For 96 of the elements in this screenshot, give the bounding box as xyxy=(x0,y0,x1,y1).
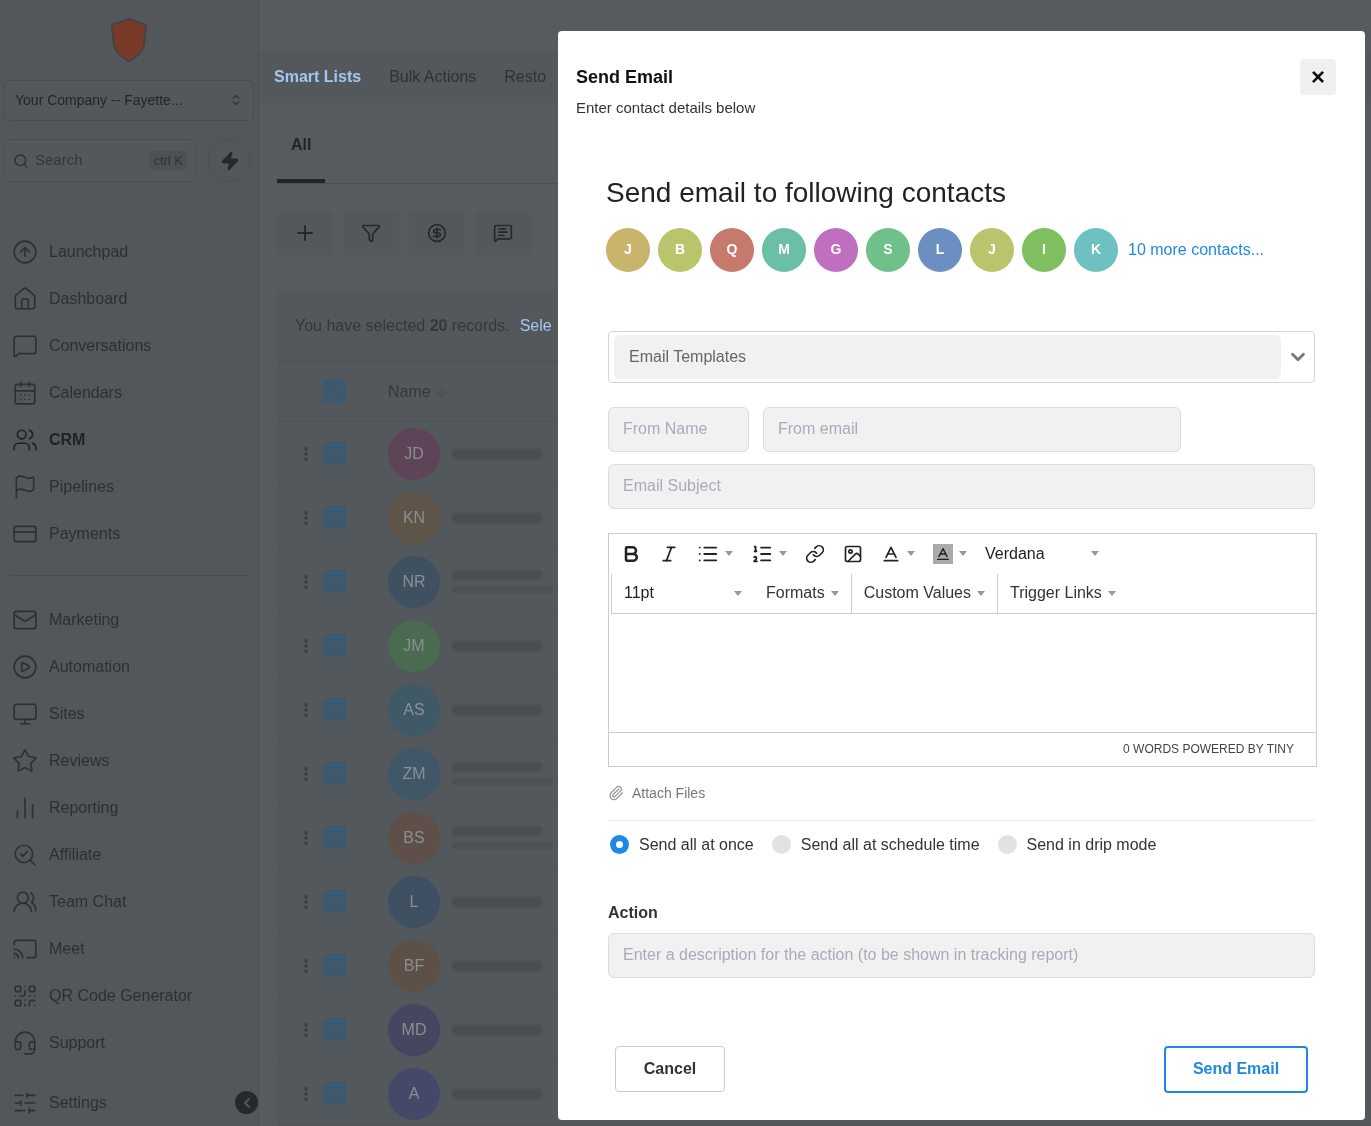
contact-avatar: MD xyxy=(388,1003,440,1056)
radio-button[interactable] xyxy=(610,835,629,854)
template-select[interactable]: Email Templates xyxy=(608,330,1315,383)
star-icon xyxy=(12,747,38,774)
contact-avatar: AS xyxy=(388,683,440,736)
contact-avatar: J xyxy=(606,227,650,272)
contact-avatar: S xyxy=(866,227,910,272)
contact-avatar: KN xyxy=(388,491,440,544)
from-name-field[interactable]: From Name xyxy=(608,406,749,452)
select-all-link[interactable]: Sele xyxy=(519,313,552,338)
highlight-color-button[interactable] xyxy=(933,543,953,564)
more-contacts-link[interactable]: 10 more contacts... xyxy=(1128,237,1265,262)
contact-avatar: BS xyxy=(388,811,440,864)
contact-avatar: M xyxy=(762,227,806,272)
row-checkbox[interactable] xyxy=(323,762,346,785)
caret-icon xyxy=(734,590,742,596)
row-checkbox[interactable] xyxy=(323,634,346,657)
editor-menu[interactable]: Trigger Links xyxy=(998,573,1128,613)
contact-avatar: NR xyxy=(388,555,440,608)
filter-icon xyxy=(361,223,381,243)
editor-status: 0 WORDS POWERED BY TINY xyxy=(1123,741,1294,758)
send-email-button[interactable]: Send Email xyxy=(1164,1045,1308,1093)
attach-files-link[interactable]: Attach Files xyxy=(632,782,706,804)
contact-avatar: A xyxy=(388,1067,440,1120)
send-mode-option[interactable]: Send in drip mode xyxy=(997,832,1157,857)
from-email-field[interactable]: From email xyxy=(763,406,1181,452)
dialog-subtitle: Enter contact details below xyxy=(576,98,756,118)
editor-menu[interactable]: Custom Values xyxy=(851,573,998,613)
caret-icon xyxy=(779,551,787,556)
contact-avatar: K xyxy=(1074,227,1118,272)
chat-bubble-icon xyxy=(12,332,38,359)
monitor-icon xyxy=(12,700,38,727)
editor-menu[interactable]: Formats xyxy=(754,573,852,613)
close-button[interactable]: × xyxy=(1300,59,1336,95)
row-checkbox[interactable] xyxy=(323,890,346,913)
contact-avatar: L xyxy=(918,227,962,272)
send-mode-option[interactable]: Send all at once xyxy=(610,832,754,857)
subject-field[interactable]: Email Subject xyxy=(608,463,1315,509)
contact-avatar: I xyxy=(1022,227,1066,272)
contact-avatar: B xyxy=(658,227,702,272)
row-checkbox[interactable] xyxy=(323,1082,346,1105)
letter-a-icon xyxy=(935,545,951,562)
shield-logo-icon xyxy=(110,18,148,62)
font-size-select[interactable]: 11pt xyxy=(612,573,754,613)
upload-circle-icon xyxy=(12,238,38,265)
action-field[interactable]: Enter a description for the action (to be shown in tracking report) xyxy=(608,932,1315,978)
row-checkbox[interactable] xyxy=(323,698,346,721)
headset-icon xyxy=(12,1029,38,1056)
search-icon xyxy=(13,152,29,169)
message-icon xyxy=(493,223,513,243)
caret-icon xyxy=(959,551,967,556)
qr-code-icon xyxy=(12,982,38,1009)
contacts-heading: Send email to following contacts xyxy=(606,175,1007,210)
caret-icon xyxy=(1090,551,1099,556)
row-checkbox[interactable] xyxy=(323,954,346,977)
top-tab[interactable]: Smart Lists xyxy=(274,65,362,90)
link-icon[interactable] xyxy=(805,543,825,564)
caret-icon xyxy=(977,590,985,596)
people-icon xyxy=(12,426,38,453)
italic-icon[interactable] xyxy=(659,543,679,564)
header-checkbox[interactable] xyxy=(323,380,346,403)
lightning-icon xyxy=(219,150,240,171)
paperclip-icon[interactable] xyxy=(608,785,624,801)
caret-icon xyxy=(907,551,915,556)
row-checkbox[interactable] xyxy=(323,826,346,849)
image-icon[interactable] xyxy=(843,543,863,564)
dialog-title: Send Email xyxy=(576,66,675,89)
list-tab[interactable]: All xyxy=(277,129,326,183)
contact-avatar: BF xyxy=(388,939,440,992)
row-checkbox[interactable] xyxy=(323,506,346,529)
cancel-button[interactable]: Cancel xyxy=(615,1045,725,1092)
contact-avatar: ZM xyxy=(388,747,440,800)
font-select[interactable]: Verdana xyxy=(985,541,1099,566)
contact-avatar: JM xyxy=(388,619,440,672)
home-icon xyxy=(12,285,38,312)
caret-icon xyxy=(830,590,839,596)
row-checkbox[interactable] xyxy=(323,1018,346,1041)
contact-avatar: G xyxy=(814,227,858,272)
caret-icon xyxy=(1107,590,1116,596)
calendar-icon xyxy=(12,379,38,406)
coin-icon xyxy=(427,223,447,243)
contact-avatar: L xyxy=(388,875,440,928)
row-checkbox[interactable] xyxy=(323,570,346,593)
row-checkbox[interactable] xyxy=(323,442,346,465)
radio-button[interactable] xyxy=(997,835,1017,854)
contact-avatar: Q xyxy=(710,227,754,272)
action-label: Action xyxy=(608,902,659,923)
contact-avatar: JD xyxy=(388,427,440,480)
people-icon xyxy=(12,888,38,915)
play-icon xyxy=(12,653,38,680)
collapse-button[interactable] xyxy=(235,1091,258,1114)
radio-button[interactable] xyxy=(771,835,791,854)
caret-icon xyxy=(725,551,733,556)
contact-avatar: J xyxy=(970,227,1014,272)
template-select-placeholder: Email Templates xyxy=(614,334,1281,379)
send-mode-option[interactable]: Send all at schedule time xyxy=(771,832,980,857)
